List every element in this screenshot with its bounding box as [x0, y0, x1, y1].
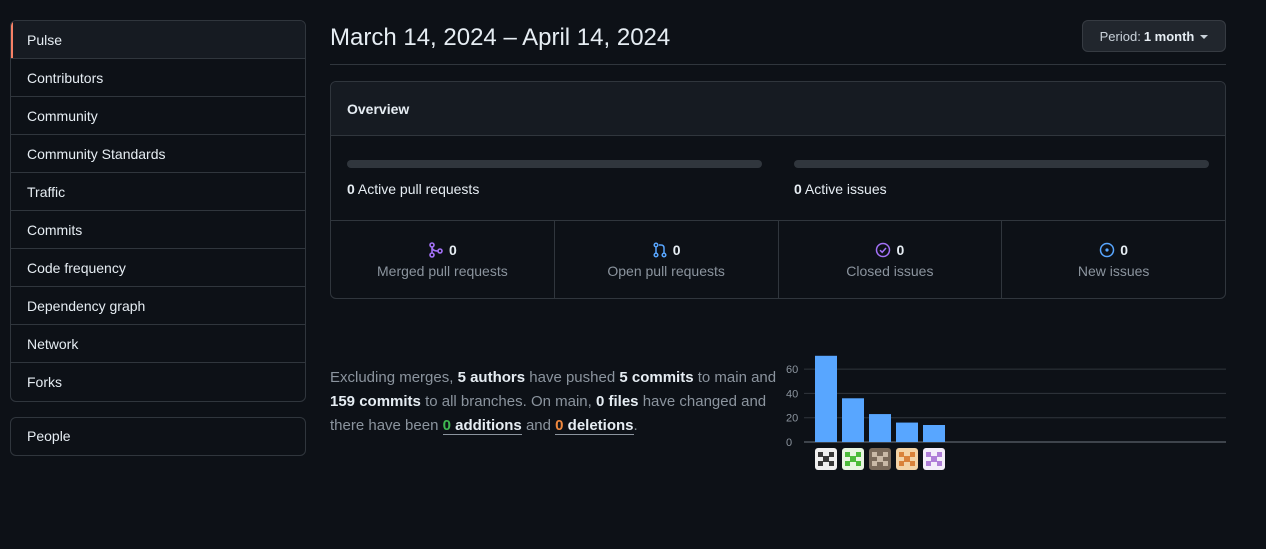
deletions-link[interactable]: 0 deletions	[555, 417, 634, 435]
commit-bar[interactable]	[842, 398, 864, 442]
sidebar-item-commits[interactable]: Commits	[11, 211, 305, 249]
open-prs-stat[interactable]: 0 Open pull requests	[555, 221, 779, 298]
new-issues-stat[interactable]: 0 New issues	[1002, 221, 1225, 298]
identicon-icon	[818, 452, 834, 466]
identicon-icon	[899, 452, 915, 466]
sidebar-item-code-frequency[interactable]: Code frequency	[11, 249, 305, 287]
sidebar-item-pulse[interactable]: Pulse	[11, 21, 305, 59]
summary-files: 0 files	[596, 393, 639, 410]
y-tick-label: 40	[786, 388, 798, 400]
closed-issues-count: 0	[896, 242, 905, 258]
period-prefix: Period:	[1099, 28, 1141, 44]
commit-summary: Excluding merges, 5 authors have pushed …	[330, 366, 780, 438]
closed-issues-label: Closed issues	[846, 263, 934, 279]
sidebar-item-traffic[interactable]: Traffic	[11, 173, 305, 211]
summary-text-3: to main and	[697, 369, 777, 386]
new-issues-count: 0	[1120, 242, 1129, 258]
commits-by-author-chart: 0 20 40 60	[780, 338, 1230, 478]
identicon-icon	[926, 452, 942, 466]
summary-authors: 5 authors	[457, 369, 526, 386]
active-issues-summary: 0 Active issues	[794, 160, 1209, 197]
identicon-icon	[845, 452, 861, 466]
divider	[330, 64, 1226, 65]
commit-bar[interactable]	[896, 422, 918, 442]
active-prs-count: 0	[347, 181, 355, 197]
deletions-word: deletions	[567, 417, 634, 434]
active-prs-summary: 0 Active pull requests	[347, 160, 762, 197]
summary-branch-commits: 159 commits	[330, 393, 421, 410]
open-prs-count: 0	[672, 242, 681, 258]
git-merge-icon	[429, 242, 443, 258]
period-value: 1 month	[1143, 28, 1195, 44]
sidebar-item-people[interactable]: People	[11, 418, 305, 455]
additions-link[interactable]: 0 additions	[442, 417, 522, 435]
y-tick-label: 20	[786, 413, 798, 425]
overview-stats: 0 Merged pull requests 0 Open pull reque…	[331, 221, 1225, 298]
sidebar-item-community[interactable]: Community	[11, 97, 305, 135]
active-issues-label: Active issues	[804, 181, 887, 197]
summary-text-2: have pushed	[529, 369, 616, 386]
additions-count: 0	[442, 417, 451, 434]
active-prs-link[interactable]: 0 Active pull requests	[347, 181, 762, 197]
active-prs-progress	[347, 160, 762, 168]
new-issues-label: New issues	[1077, 263, 1150, 279]
sidebar-item-forks[interactable]: Forks	[11, 363, 305, 401]
additions-word: additions	[455, 417, 522, 434]
overview-bars: 0 Active pull requests 0 Active issues	[331, 136, 1225, 221]
open-prs-label: Open pull requests	[607, 263, 725, 279]
active-prs-label: Active pull requests	[357, 181, 480, 197]
commit-bar[interactable]	[923, 425, 945, 442]
active-issues-link[interactable]: 0 Active issues	[794, 181, 1209, 197]
issue-opened-icon	[1099, 242, 1115, 258]
issue-closed-icon	[876, 242, 891, 258]
summary-text-4: to all branches. On main,	[425, 393, 592, 410]
deletions-count: 0	[555, 417, 564, 434]
closed-issues-stat[interactable]: 0 Closed issues	[779, 221, 1003, 298]
commit-bar[interactable]	[815, 355, 837, 442]
sidebar-item-dependency-graph[interactable]: Dependency graph	[11, 287, 305, 325]
y-tick-label: 0	[786, 437, 792, 449]
identicon-icon	[872, 452, 888, 466]
insights-sidebar: Pulse Contributors Community Community S…	[10, 20, 306, 402]
period-dropdown-button[interactable]: Period: 1 month	[1082, 20, 1226, 52]
merged-prs-stat[interactable]: 0 Merged pull requests	[331, 221, 555, 298]
overview-title: Overview	[331, 82, 1225, 136]
summary-text-6: and	[525, 417, 551, 434]
summary-commits: 5 commits	[619, 369, 694, 386]
merged-prs-label: Merged pull requests	[377, 263, 508, 279]
avatar-1[interactable]	[815, 448, 837, 470]
overview-box: Overview 0 Active pull requests 0 Active…	[330, 81, 1226, 299]
summary-text-7: .	[633, 417, 638, 434]
summary-text-1: Excluding merges,	[330, 369, 454, 386]
caret-down-icon	[1200, 34, 1209, 39]
page-title: March 14, 2024 – April 14, 2024	[330, 24, 671, 51]
sidebar-item-network[interactable]: Network	[11, 325, 305, 363]
avatar-5[interactable]	[923, 448, 945, 470]
git-pull-request-icon	[653, 242, 667, 258]
sidebar-item-community-standards[interactable]: Community Standards	[11, 135, 305, 173]
commit-bar[interactable]	[869, 414, 891, 442]
people-sidebar: People	[10, 417, 306, 456]
active-issues-count: 0	[794, 181, 802, 197]
merged-prs-count: 0	[448, 242, 457, 258]
y-tick-label: 60	[786, 364, 798, 376]
sidebar-item-contributors[interactable]: Contributors	[11, 59, 305, 97]
active-issues-progress	[794, 160, 1209, 168]
avatar-4[interactable]	[896, 448, 918, 470]
commits-chart-svg: 0 20 40 60	[786, 355, 1226, 449]
avatar-2[interactable]	[842, 448, 864, 470]
avatar-3[interactable]	[869, 448, 891, 470]
